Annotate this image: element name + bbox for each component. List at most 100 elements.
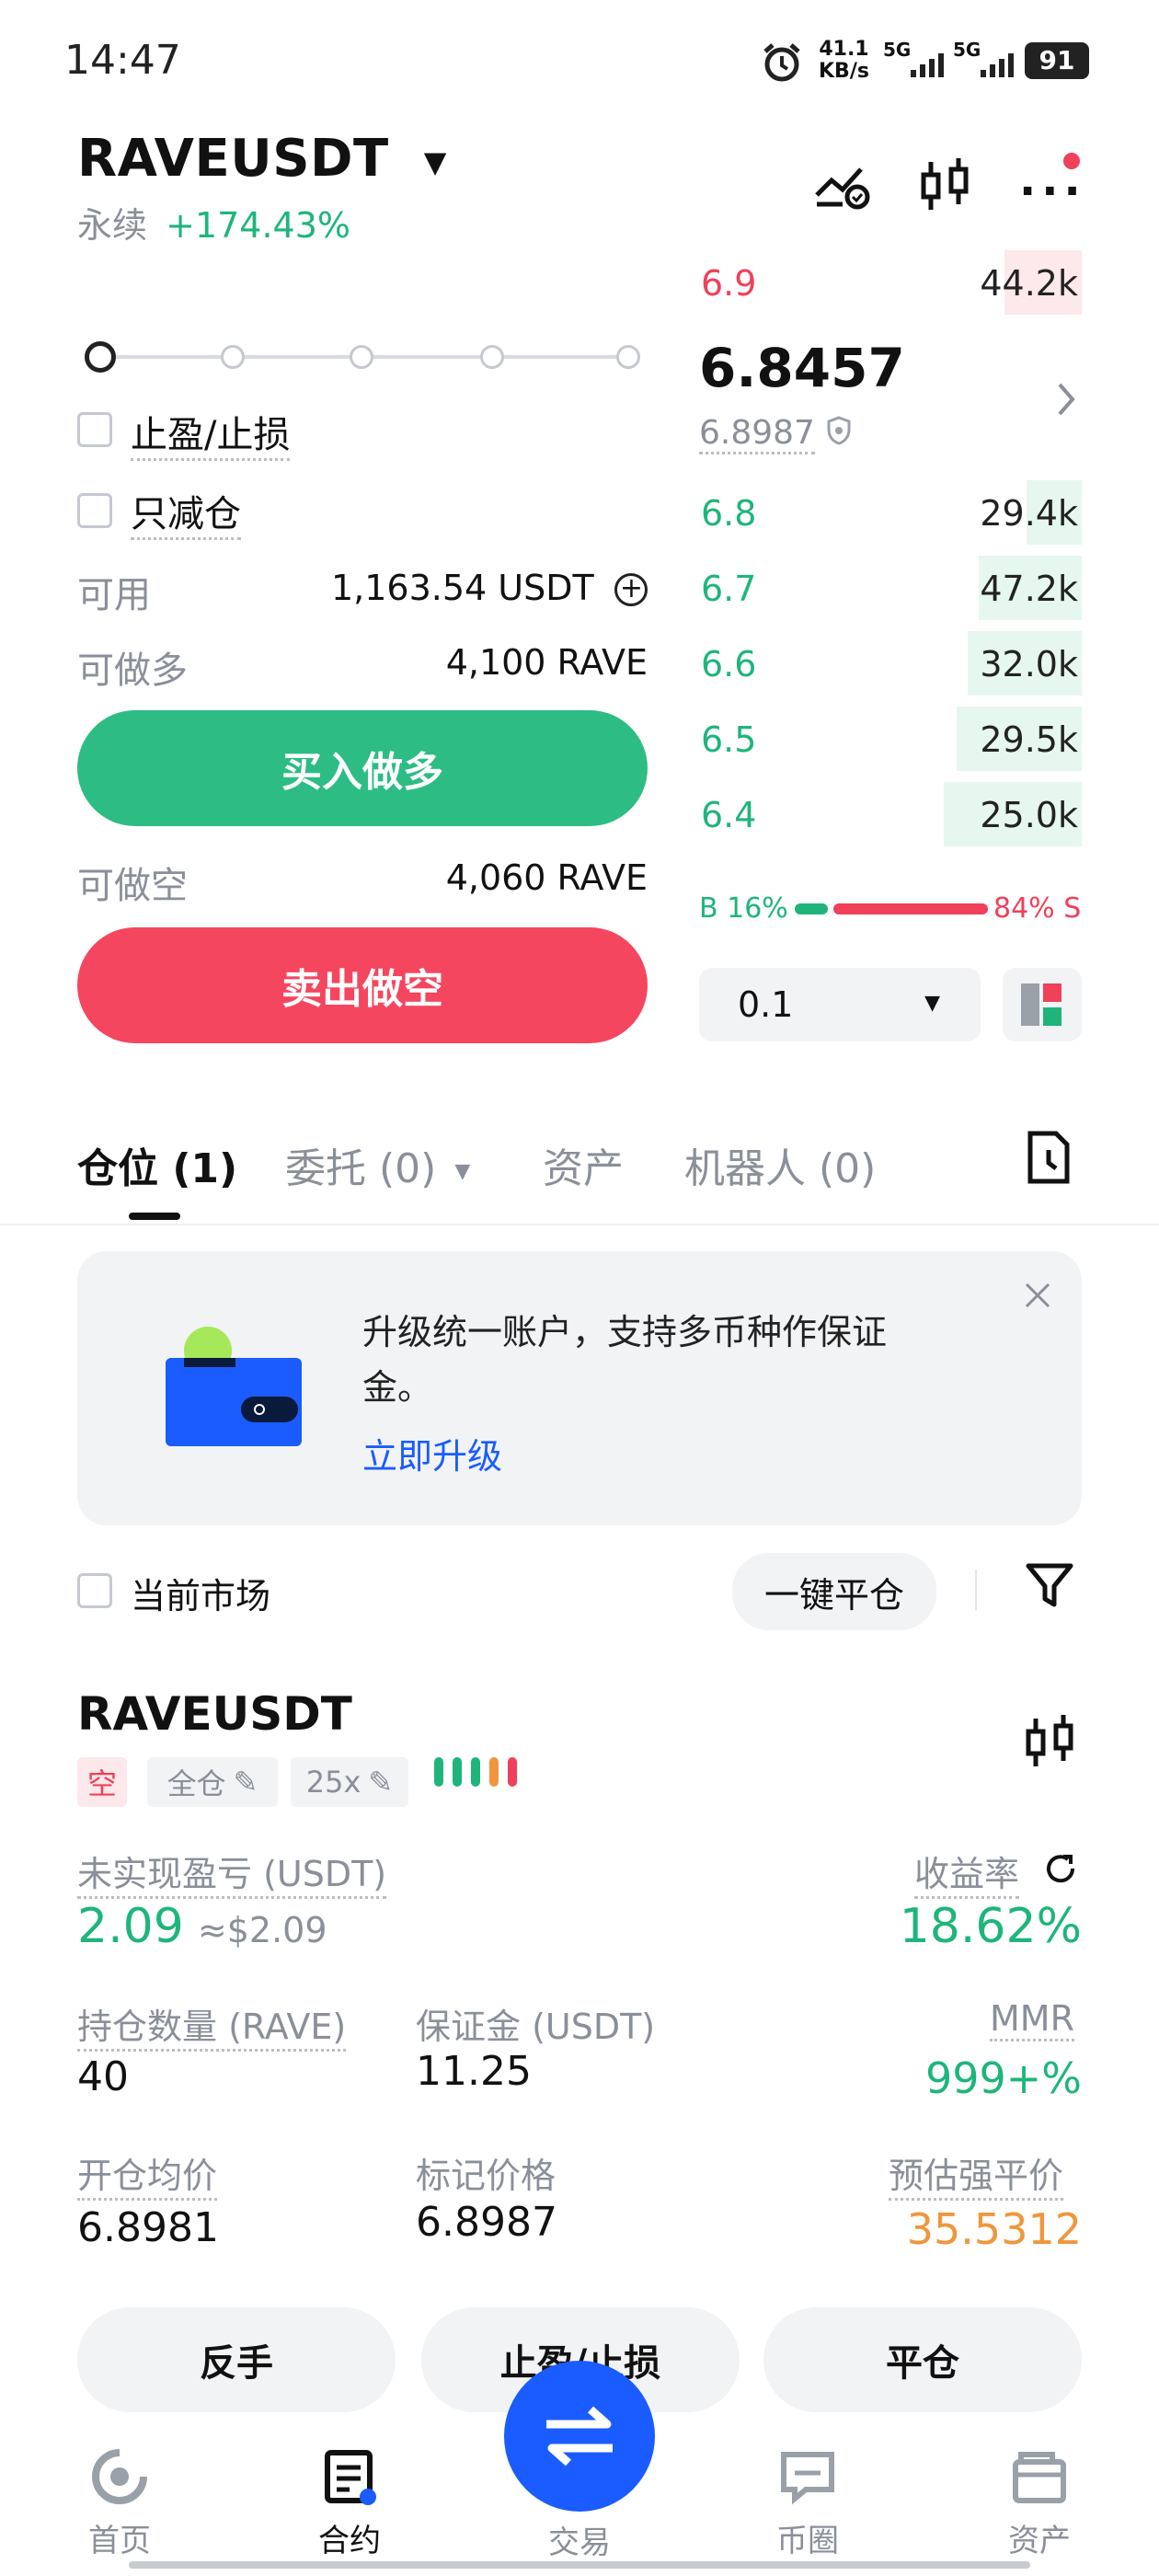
nav-trade-label[interactable]: 交易 [488,2517,671,2562]
position-candlestick-icon[interactable] [1023,1715,1078,1774]
nav-home[interactable]: 首页 [28,2447,212,2560]
can-long-label: 可做多 [77,650,188,692]
tab-orders[interactable]: 委托 (0) ▼ [285,1135,470,1194]
tpsl-checkbox[interactable] [77,412,112,447]
roe-label: 收益率 [914,1846,1020,1899]
risk-meter-icon [432,1755,528,1792]
nav-contract[interactable]: 合约 [258,2447,442,2560]
liq-value: 35.5312 [906,2204,1082,2254]
bid-row[interactable]: 6.6 32.0k [699,631,1082,696]
slider-step-100[interactable] [616,345,640,369]
wallet-illustration-icon [166,1327,302,1446]
pair-selector[interactable]: RAVEUSDT ▼ [77,129,447,189]
tab-positions[interactable]: 仓位 (1) [77,1135,237,1194]
current-market-checkbox[interactable] [77,1573,112,1608]
status-time: 14:47 [64,37,181,84]
mark-price: 6.8987 [699,414,815,454]
mark-price-row: 6.8987 [699,414,853,454]
edit-icon: ✎ [233,1765,258,1800]
precision-select[interactable]: 0.1 ▼ [699,968,981,1041]
nav-community[interactable]: 币圈 [716,2447,900,2560]
chevron-right-icon[interactable] [1054,381,1080,421]
last-price: 6.8457 [699,337,905,399]
upnl-usd: ≈$2.09 [197,1910,327,1950]
contract-icon [325,2450,376,2505]
current-market-label: 当前市场 [131,1576,271,1616]
home-icon [92,2449,147,2504]
slider-step-25[interactable] [221,345,245,369]
mark-label: 标记价格 [416,2156,557,2196]
slider-step-50[interactable] [350,345,373,369]
wallet-icon [1013,2452,1066,2503]
nav-assets[interactable]: 资产 [947,2447,1131,2560]
upnl-value-row: 2.09 ≈$2.09 [77,1899,327,1954]
more-menu-icon[interactable]: ··· [1016,149,1084,213]
tpsl-label: 止盈/止损 [131,405,291,461]
bid-row[interactable]: 6.5 29.5k [699,707,1082,771]
upgrade-link[interactable]: 立即升级 [362,1428,502,1478]
sell-short-button[interactable]: 卖出做空 [77,927,648,1043]
price-change: +174.43% [166,205,351,246]
side-tag: 空 [77,1757,127,1807]
mmr-label: MMR [990,1998,1074,2041]
roe-value: 18.62% [899,1899,1082,1954]
nav-trade-button[interactable] [504,2361,655,2512]
history-icon[interactable] [1025,1130,1073,1189]
tab-active-indicator [129,1213,180,1220]
caret-down-icon: ▼ [423,144,447,179]
pair-title: RAVEUSDT [77,129,389,189]
add-funds-icon[interactable]: + [614,573,648,606]
leverage-tag[interactable]: 25x ✎ [291,1757,408,1807]
liq-label: 预估强平价 [889,2147,1064,2201]
bid-row[interactable]: 6.7 47.2k [699,556,1082,620]
alarm-icon [760,40,804,88]
trade-swap-icon [546,2406,613,2467]
close-position-button[interactable]: 平仓 [763,2307,1082,2412]
candlestick-icon[interactable] [918,158,973,217]
home-indicator [129,2561,1030,2569]
upnl-value: 2.09 [77,1899,184,1954]
size-label: 持仓数量 (RAVE) [77,1998,347,2052]
filter-divider [975,1570,977,1610]
available-value: 1,163.54 USDT + [331,567,648,609]
margin-label: 保证金 (USDT) [416,2007,656,2047]
tab-assets[interactable]: 资产 [543,1135,624,1194]
buy-ratio-bar [795,903,828,914]
reduce-only-checkbox[interactable] [77,493,112,528]
entry-value: 6.8981 [77,2204,219,2251]
net-speed: 41.1 KB/s [819,38,869,83]
leverage-slider-handle[interactable] [85,341,116,373]
signal-icon-2: 5G [953,39,1014,77]
mmr-value: 999+% [924,2053,1082,2103]
chart-signal-icon[interactable] [813,156,872,215]
ask-row[interactable]: 6.9 44.2k [699,250,1082,315]
reduce-only-label: 只减仓 [131,484,241,540]
orderbook-layout-icon[interactable] [1003,968,1082,1041]
pair-subtitle: 永续 +174.43% [77,205,351,246]
tabs-divider [0,1224,1159,1225]
filter-icon[interactable] [1025,1560,1074,1614]
position-pair: RAVEUSDT [77,1687,352,1741]
can-short-value: 4,060 RAVE [445,857,648,898]
mark-value: 6.8987 [416,2199,557,2246]
slider-step-75[interactable] [480,345,504,369]
margin-mode-tag[interactable]: 全仓 ✎ [147,1757,278,1807]
tab-bots[interactable]: 机器人 (0) [684,1135,876,1194]
sell-ratio-label: 84% S [993,892,1082,925]
share-icon[interactable] [1043,1851,1078,1890]
can-long-value: 4,100 RAVE [445,642,648,683]
bid-row[interactable]: 6.8 29.4k [699,480,1082,545]
upnl-label: 未实现盈亏 (USDT) [77,1846,387,1899]
reverse-button[interactable]: 反手 [77,2307,396,2412]
bid-row[interactable]: 6.4 25.0k [699,782,1082,846]
entry-label: 开仓均价 [77,2147,218,2201]
close-all-button[interactable]: 一键平仓 [732,1553,936,1630]
available-label: 可用 [77,574,151,616]
buy-long-button[interactable]: 买入做多 [77,710,648,826]
edit-icon: ✎ [368,1765,394,1800]
shield-icon [825,415,853,454]
promo-text: 升级统一账户，支持多币种作保证 金。 [362,1312,888,1408]
buy-ratio-label: B 16% [699,892,788,925]
can-short-label: 可做空 [77,865,188,907]
close-icon[interactable] [1023,1281,1052,1314]
